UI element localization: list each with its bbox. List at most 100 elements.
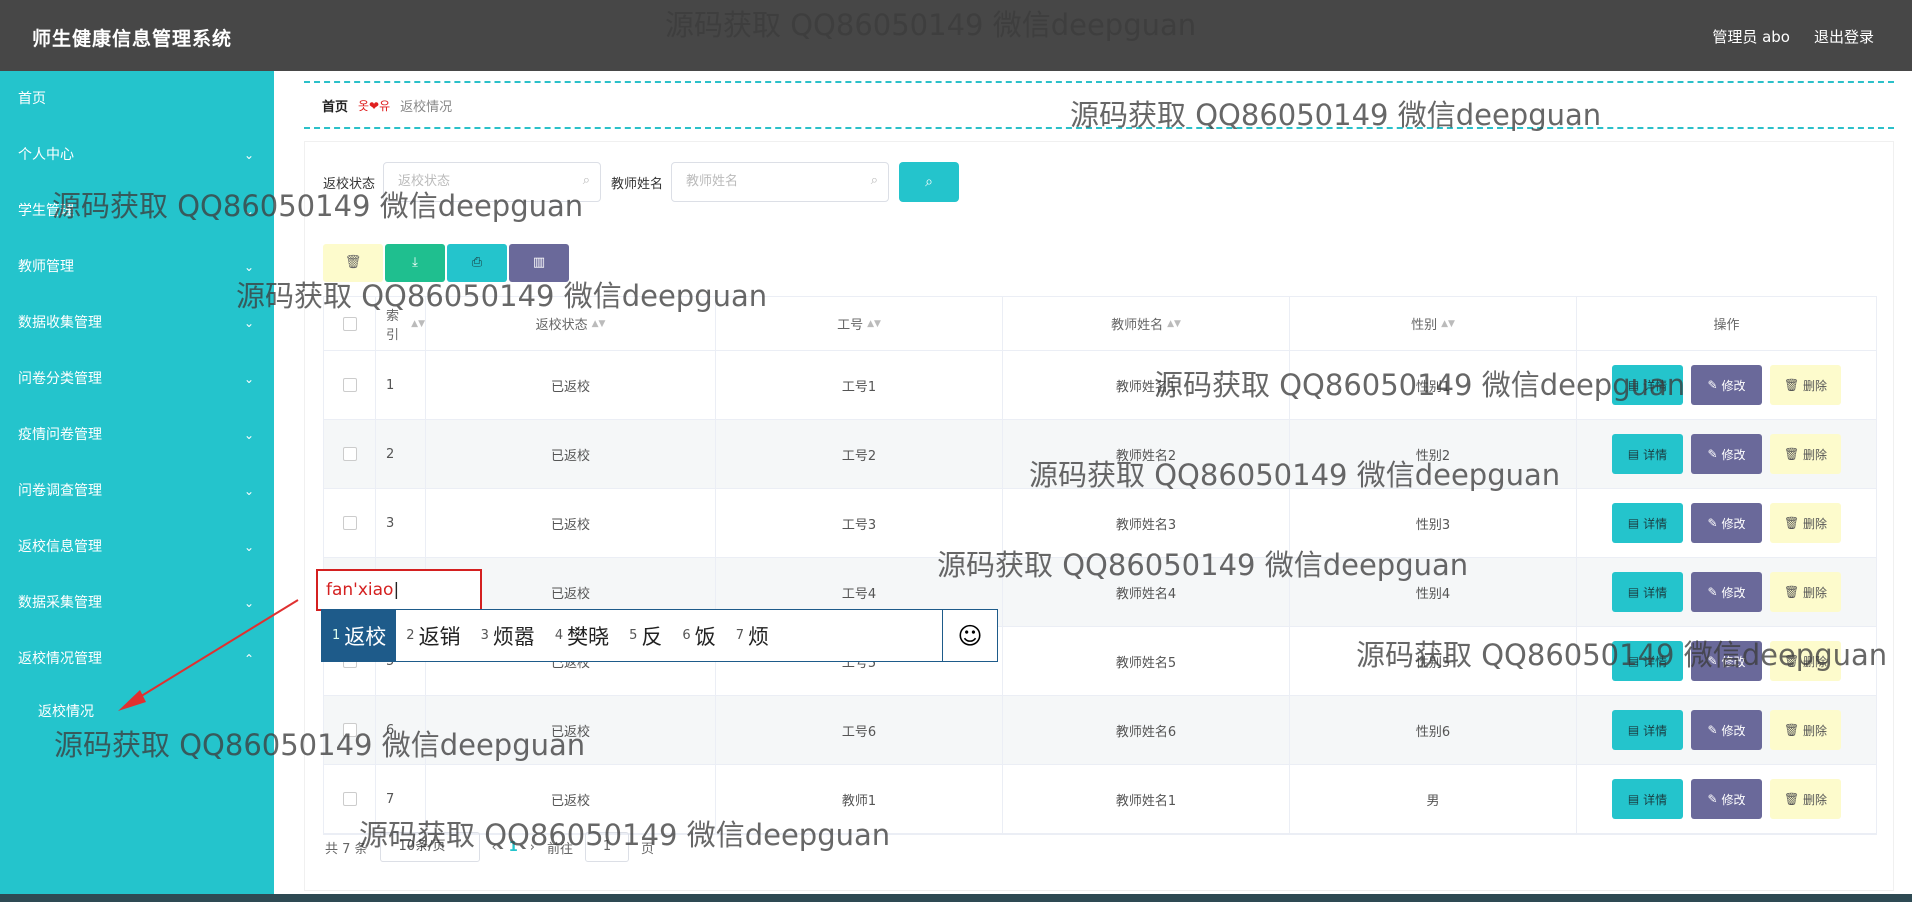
chevron-down-icon: ⌄	[243, 148, 254, 162]
sidebar-subitem-return-status[interactable]: 返校情况	[0, 684, 274, 740]
candidate-number: 3	[480, 628, 489, 643]
sidebar-item-label: 疫情问卷管理	[18, 427, 102, 443]
ime-candidate[interactable]: 1 返校	[322, 610, 397, 661]
emoji-icon[interactable]: ☺	[942, 610, 997, 661]
next-page-button[interactable]: ›	[530, 840, 535, 855]
breadcrumb-current: 返校情况	[400, 99, 453, 115]
sort-icon[interactable]: ▲▼	[411, 319, 425, 329]
ime-candidate[interactable]: 5反	[619, 610, 672, 661]
cell-status: 已返校	[426, 489, 716, 557]
edit-icon: ✎	[1707, 585, 1718, 599]
delete-button[interactable]: 🗑 删除	[1770, 503, 1841, 543]
sidebar-item-label: 数据采集管理	[18, 595, 102, 611]
delete-button[interactable]: 🗑 删除	[1770, 434, 1841, 474]
candidate-text: 饭	[694, 624, 716, 649]
batch-delete-button[interactable]: 🗑	[323, 244, 383, 282]
detail-label: 详情	[1643, 792, 1668, 807]
row-checkbox[interactable]	[342, 447, 357, 461]
search-button[interactable]: ⌕	[899, 162, 960, 202]
print-button[interactable]: ⎙	[447, 244, 507, 282]
ime-candidate[interactable]: 7烦	[726, 610, 779, 661]
ime-candidate-bar: 1 返校 2 返销 3 烦嚣 4 樊晓 5反 6饭 7烦 ☺	[321, 609, 998, 662]
sidebar-item-label: 数据收集管理	[18, 315, 102, 331]
sidebar-item-epidemic-survey[interactable]: 疫情问卷管理 ⌄	[0, 407, 274, 463]
edit-button[interactable]: ✎ 修改	[1691, 503, 1762, 543]
cell-job-no: 工号6	[716, 696, 1003, 764]
ime-candidate[interactable]: 6饭	[672, 610, 725, 661]
delete-button[interactable]: 🗑 删除	[1770, 365, 1841, 405]
detail-icon: ▤	[1627, 378, 1640, 392]
delete-button[interactable]: 🗑 删除	[1770, 641, 1841, 681]
search-form: 返校状态 ⌕ 教师姓名 ⌕ ⌕	[323, 162, 960, 202]
header-label: 返校状态	[535, 318, 588, 333]
row-checkbox[interactable]	[342, 723, 357, 737]
ime-candidate[interactable]: 4 樊晓	[545, 610, 619, 661]
trash-icon: 🗑	[1783, 516, 1800, 530]
cell-gender: 性别5	[1290, 627, 1577, 695]
cell-status: 已返校	[426, 420, 716, 488]
delete-button[interactable]: 🗑 删除	[1770, 779, 1841, 819]
sidebar-item-label: 个人中心	[18, 147, 74, 163]
sidebar-item-survey-investigation[interactable]: 问卷调查管理 ⌄	[0, 463, 274, 519]
cell-actions: ▤ 详情 ✎ 修改 🗑 删除	[1577, 696, 1876, 764]
goto-page-input[interactable]: 1	[585, 832, 630, 862]
page-number[interactable]: 1	[509, 840, 518, 855]
sidebar-item-survey-category[interactable]: 问卷分类管理 ⌄	[0, 351, 274, 407]
edit-button[interactable]: ✎ 修改	[1691, 710, 1762, 750]
detail-button[interactable]: ▤ 详情	[1612, 503, 1683, 543]
row-checkbox[interactable]	[342, 378, 357, 392]
teacher-name-label: 教师姓名	[611, 176, 664, 192]
edit-button[interactable]: ✎ 修改	[1691, 641, 1762, 681]
sidebar-item-data-gather[interactable]: 数据采集管理 ⌄	[0, 575, 274, 631]
detail-label: 详情	[1643, 447, 1668, 462]
sidebar-item-personal[interactable]: 个人中心 ⌄	[0, 127, 274, 183]
detail-button[interactable]: ▤ 详情	[1612, 365, 1683, 405]
detail-button[interactable]: ▤ 详情	[1612, 641, 1683, 681]
sort-icon[interactable]: ▲▼	[592, 319, 606, 329]
teacher-name-search-input[interactable]	[686, 163, 867, 199]
edit-icon: ✎	[1707, 447, 1718, 461]
edit-button[interactable]: ✎ 修改	[1691, 572, 1762, 612]
edit-button[interactable]: ✎ 修改	[1691, 779, 1762, 819]
logout-link[interactable]: 退出登录	[1814, 26, 1874, 47]
detail-button[interactable]: ▤ 详情	[1612, 710, 1683, 750]
sort-icon[interactable]: ▲▼	[1167, 319, 1181, 329]
status-search-input[interactable]	[398, 163, 579, 199]
admin-user[interactable]: 管理员 abo	[1712, 26, 1790, 47]
prev-page-button[interactable]: ‹	[492, 840, 497, 855]
detail-button[interactable]: ▤ 详情	[1612, 434, 1683, 474]
delete-button[interactable]: 🗑 删除	[1770, 572, 1841, 612]
sidebar-item-teachers[interactable]: 教师管理 ⌄	[0, 239, 274, 295]
bar-chart-icon: ▥	[532, 255, 546, 270]
header-gender: 性别 ▲▼	[1290, 297, 1577, 350]
bottom-strip	[0, 894, 1912, 902]
delete-button[interactable]: 🗑 删除	[1770, 710, 1841, 750]
edit-button[interactable]: ✎ 修改	[1691, 365, 1762, 405]
sidebar-item-home[interactable]: 首页	[0, 71, 274, 127]
sidebar-item-students[interactable]: 学生管理 ⌄	[0, 183, 274, 239]
select-all-checkbox[interactable]	[342, 316, 357, 331]
page-size-select[interactable]: 10条/页	[379, 832, 480, 862]
detail-icon: ▤	[1627, 447, 1640, 461]
breadcrumb-home[interactable]: 首页	[322, 96, 348, 115]
total-count: 共 7 条	[325, 841, 368, 857]
edit-button[interactable]: ✎ 修改	[1691, 434, 1762, 474]
chevron-down-icon: ⌄	[243, 540, 254, 554]
detail-button[interactable]: ▤ 详情	[1612, 779, 1683, 819]
sort-icon[interactable]: ▲▼	[1441, 319, 1455, 329]
top-header: 师生健康信息管理系统 管理员 abo 退出登录	[0, 0, 1912, 71]
sidebar-item-data-collect[interactable]: 数据收集管理 ⌄	[0, 295, 274, 351]
chart-button[interactable]: ▥	[509, 244, 569, 282]
header-actions: 操作	[1577, 297, 1876, 350]
sort-icon[interactable]: ▲▼	[867, 319, 881, 329]
ime-candidate[interactable]: 2 返销	[396, 610, 470, 661]
detail-button[interactable]: ▤ 详情	[1612, 572, 1683, 612]
sidebar-item-return-status[interactable]: 返校情况管理 ⌃	[0, 631, 274, 687]
sidebar-item-return-info[interactable]: 返校信息管理 ⌄	[0, 519, 274, 575]
row-checkbox[interactable]	[342, 516, 357, 530]
export-button[interactable]: ⤓	[385, 244, 445, 282]
cell-job-no: 工号1	[716, 351, 1003, 419]
ime-candidate[interactable]: 3 烦嚣	[471, 610, 545, 661]
row-checkbox[interactable]	[342, 792, 357, 806]
trash-icon: 🗑	[1783, 654, 1800, 668]
